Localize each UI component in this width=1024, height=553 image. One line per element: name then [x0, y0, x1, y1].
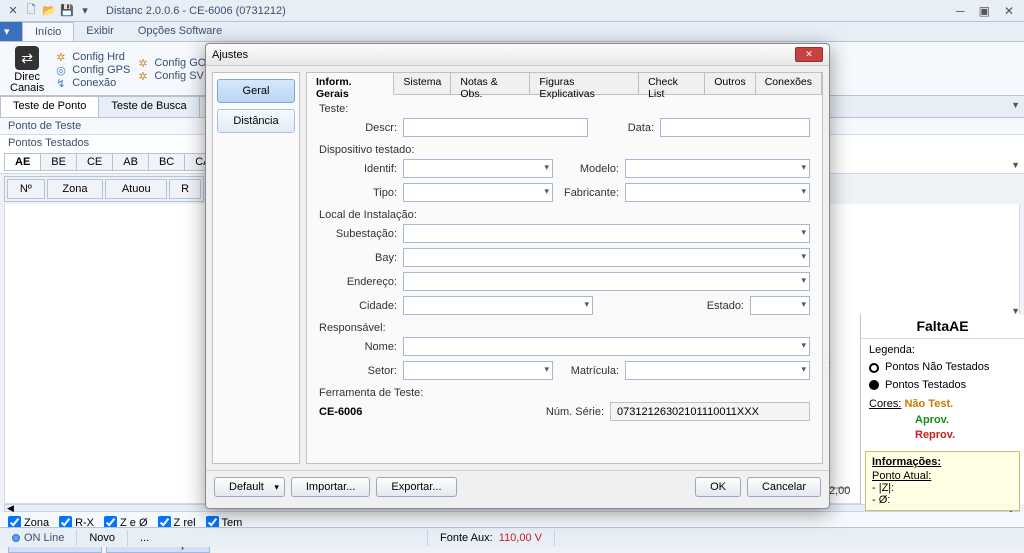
minimize-button[interactable]: ─	[956, 4, 965, 18]
export-button[interactable]: Exportar...	[376, 477, 456, 497]
open-circle-icon	[869, 363, 879, 373]
tab-inicio[interactable]: Início	[22, 22, 74, 41]
itab-conexoes[interactable]: Conexões	[756, 73, 822, 94]
col-n: Nº	[7, 179, 45, 199]
ribbon-tabs: ▾ Início Exibir Opções Software	[0, 22, 1024, 42]
new-icon[interactable]: 🗋	[24, 4, 38, 18]
itab-checklist[interactable]: Check List	[639, 73, 705, 94]
maximize-button[interactable]: ▣	[979, 4, 990, 18]
points-table: Nº Zona Atuou R	[4, 176, 204, 202]
pt-ae[interactable]: AE	[4, 153, 41, 171]
col-zona: Zona	[47, 179, 104, 199]
tab-teste-busca[interactable]: Teste de Busca	[98, 96, 199, 117]
dialog-sidebar: Geral Distância	[212, 72, 300, 464]
cidade-combo[interactable]	[403, 296, 593, 315]
direc-icon: ⇄	[15, 46, 39, 70]
tipo-combo[interactable]	[403, 183, 553, 202]
close-button[interactable]: ✕	[1004, 4, 1014, 18]
col-atuou: Atuou	[105, 179, 167, 199]
window-title: Distanc 2.0.0.6 - CE-6006 (0731212)	[106, 5, 286, 17]
config-hrd-button[interactable]: ✲Config Hrd	[56, 51, 130, 63]
cancel-button[interactable]: Cancelar	[747, 477, 821, 497]
legend-title: FaltaAE	[861, 314, 1024, 339]
itab-sistema[interactable]: Sistema	[394, 73, 451, 94]
config-gps-button[interactable]: ◎Config GPS	[56, 64, 130, 76]
status-bar: ON Line Novo ... Fonte Aux: 110,00 V	[0, 527, 1024, 547]
status-novo: Novo	[77, 530, 128, 546]
nome-combo[interactable]	[403, 337, 810, 356]
gear-icon: ✲	[56, 51, 68, 63]
info-box: Informações: Ponto Atual: - |Z|: - Ø:	[865, 451, 1020, 511]
default-button[interactable]: Default	[214, 477, 285, 497]
side-distancia[interactable]: Distância	[217, 109, 295, 133]
direc-canais-button[interactable]: ⇄ Direc Canais	[6, 44, 48, 96]
status-online: ON Line	[0, 530, 77, 546]
ok-button[interactable]: OK	[695, 477, 741, 497]
modelo-combo[interactable]	[625, 159, 810, 178]
col-r: R	[169, 179, 201, 199]
identif-combo[interactable]	[403, 159, 553, 178]
dialog-footer: Default Importar... Exportar... OK Cance…	[206, 470, 829, 502]
bay-combo[interactable]	[403, 248, 810, 267]
matricula-combo[interactable]	[625, 361, 810, 380]
pt-ab[interactable]: AB	[112, 153, 149, 171]
tab-teste-ponto[interactable]: Teste de Ponto	[0, 96, 99, 117]
save-icon[interactable]: 💾	[60, 4, 74, 18]
data-input[interactable]	[660, 118, 810, 137]
dialog-close-button[interactable]: ✕	[795, 47, 823, 62]
endereco-combo[interactable]	[403, 272, 810, 291]
app-menu[interactable]: ▾	[0, 22, 22, 41]
itab-figuras[interactable]: Figuras Explicativas	[530, 73, 639, 94]
estado-combo[interactable]	[750, 296, 810, 315]
person-icon[interactable]: ✕	[6, 4, 20, 18]
title-bar: ✕ 🗋 📂 💾 ▾ Distanc 2.0.0.6 - CE-6006 (073…	[0, 0, 1024, 22]
target-icon: ◎	[56, 64, 68, 76]
side-geral[interactable]: Geral	[217, 79, 295, 103]
itab-notas[interactable]: Notas & Obs.	[451, 73, 530, 94]
svg-text:2,00: 2,00	[829, 485, 850, 497]
dropdown-icon[interactable]: ▾	[78, 4, 92, 18]
conexao-button[interactable]: ↯Conexão	[56, 77, 130, 89]
status-dots: ...	[128, 530, 428, 546]
pt-be[interactable]: BE	[40, 153, 77, 171]
gear-icon: ✲	[138, 70, 150, 82]
import-button[interactable]: Importar...	[291, 477, 371, 497]
numserie-field: 07312126302101110011XXX	[610, 402, 810, 421]
status-dot-icon	[12, 534, 20, 542]
tab-exibir[interactable]: Exibir	[74, 22, 126, 41]
pt-bc[interactable]: BC	[148, 153, 185, 171]
dialog-title: Ajustes	[212, 49, 248, 61]
test-tool-name: CE-6006	[319, 406, 362, 418]
fabricante-combo[interactable]	[625, 183, 810, 202]
status-fonte-aux: Fonte Aux: 110,00 V	[428, 530, 555, 546]
setor-combo[interactable]	[403, 361, 553, 380]
link-icon: ↯	[56, 77, 68, 89]
legend-panel: FaltaAE Legenda: Pontos Não Testados Pon…	[860, 314, 1024, 504]
tab-opcoes[interactable]: Opções Software	[126, 22, 234, 41]
descr-input[interactable]	[403, 118, 588, 137]
dialog-titlebar: Ajustes ✕	[206, 44, 829, 66]
itab-inform-gerais[interactable]: Inform. Gerais	[307, 73, 394, 95]
gear-icon: ✲	[138, 57, 150, 69]
itab-outros[interactable]: Outros	[705, 73, 756, 94]
pt-ce[interactable]: CE	[76, 153, 113, 171]
dialog-form: Teste: Descr: Data: Dispositivo testado:…	[307, 95, 822, 463]
dialog-inner-tabs: Inform. Gerais Sistema Notas & Obs. Figu…	[307, 73, 822, 95]
filled-circle-icon	[869, 380, 879, 390]
subestacao-combo[interactable]	[403, 224, 810, 243]
open-icon[interactable]: 📂	[42, 4, 56, 18]
ajustes-dialog: Ajustes ✕ Geral Distância Inform. Gerais…	[205, 43, 830, 509]
